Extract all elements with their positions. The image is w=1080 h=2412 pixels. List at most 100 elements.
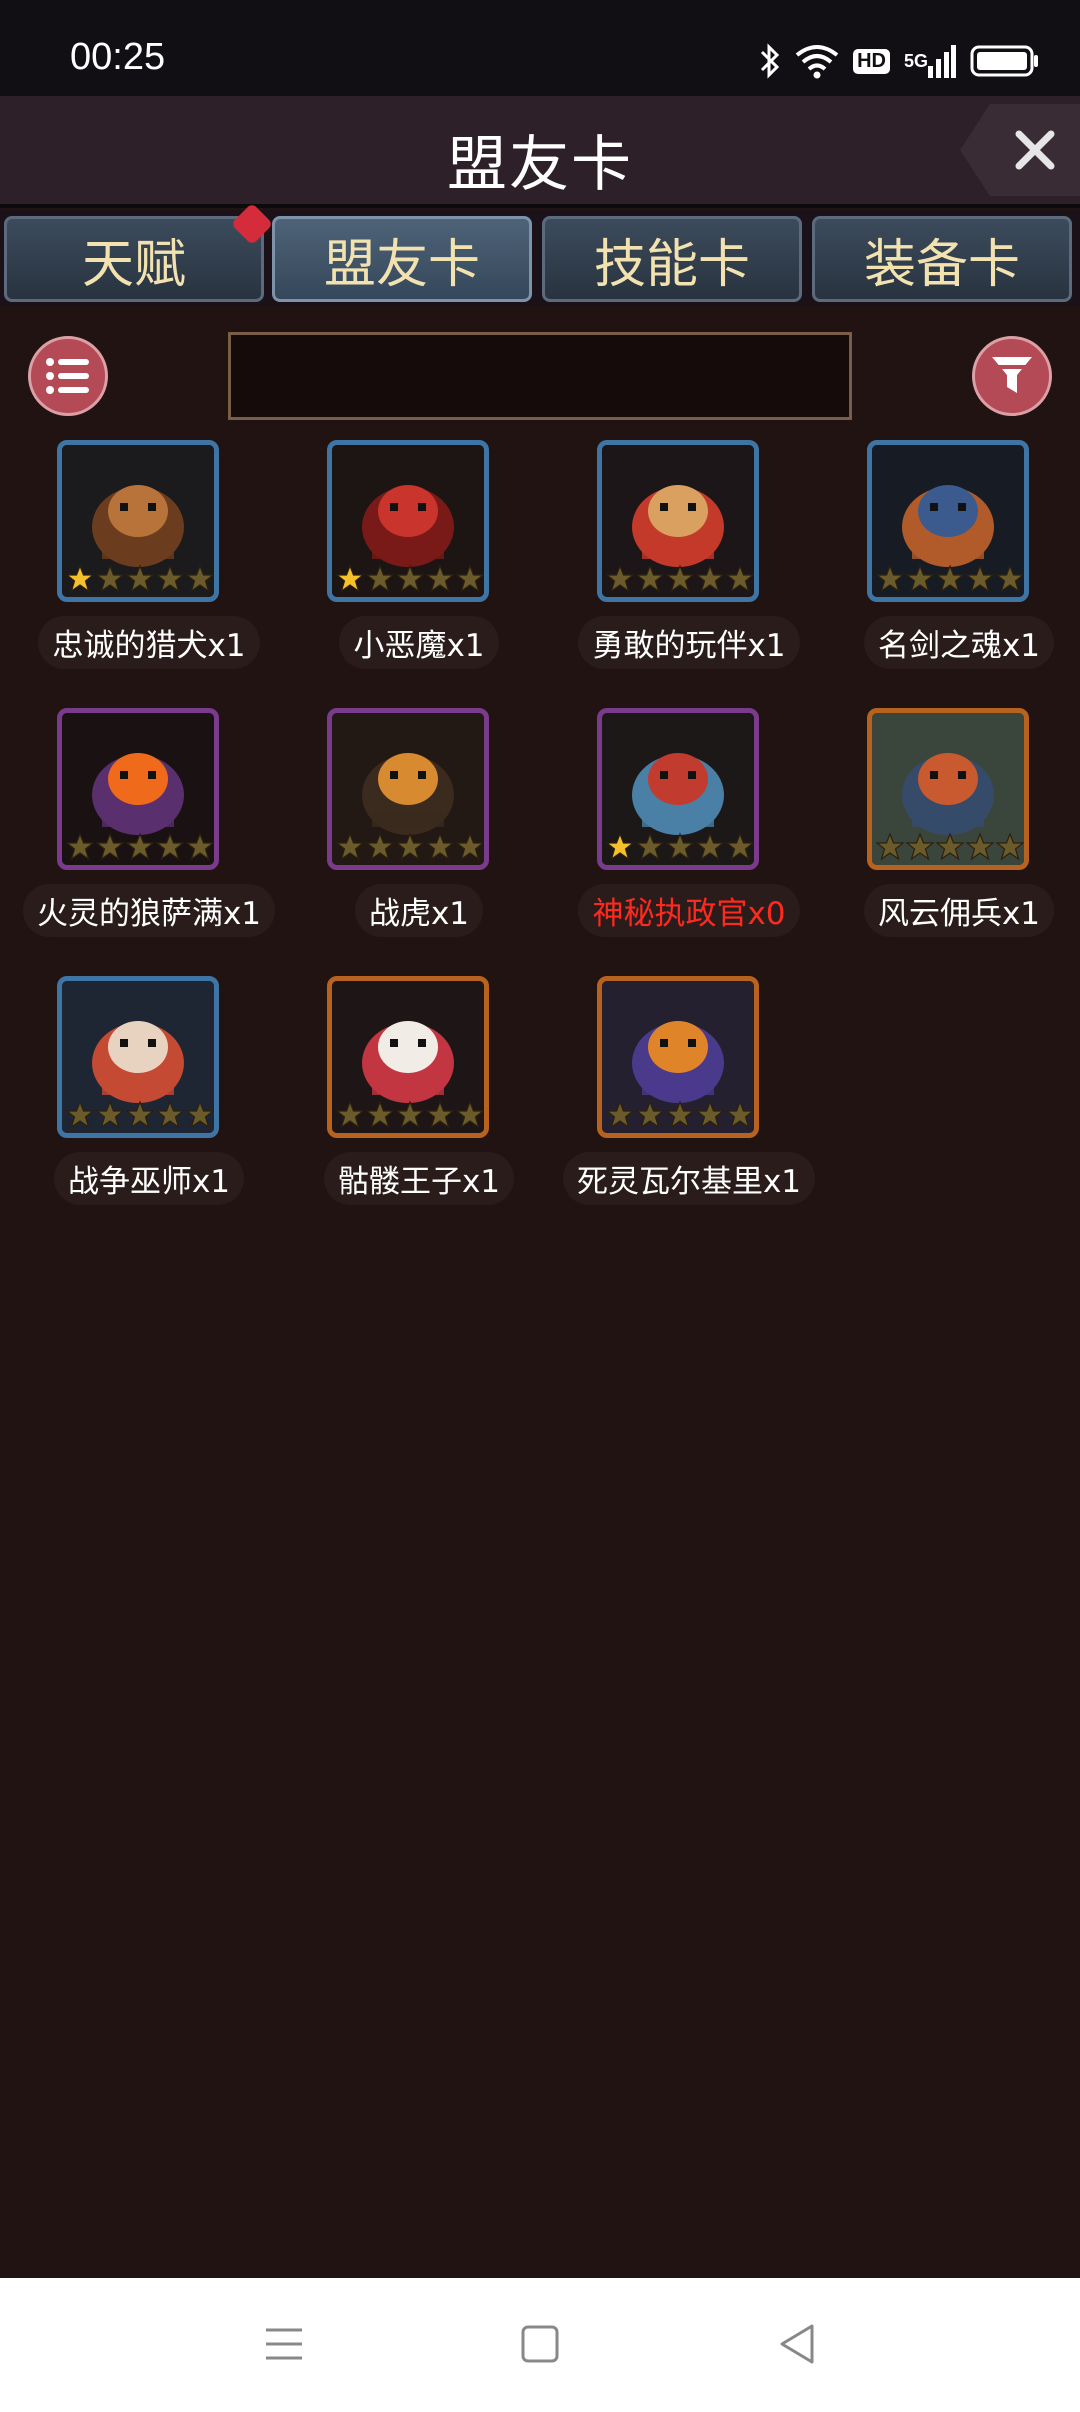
card-portrait xyxy=(597,976,759,1138)
star-icon xyxy=(995,832,1024,861)
star-rating xyxy=(605,564,754,594)
star-icon xyxy=(605,564,635,593)
star-icon xyxy=(635,832,665,861)
home-icon[interactable] xyxy=(518,2322,562,2366)
star-icon xyxy=(965,832,995,861)
menu-icon[interactable] xyxy=(262,2322,306,2366)
card-label: 火灵的狼萨满x1 xyxy=(22,884,276,937)
tab-label: 装备卡 xyxy=(863,234,1020,295)
ally-card[interactable]: 战虎x1 xyxy=(284,708,554,948)
card-label-wrap: 神秘执政官x0 xyxy=(554,884,824,937)
status-icons: HD 5G xyxy=(759,36,1040,86)
star-icon xyxy=(185,832,214,861)
star-icon xyxy=(155,832,185,861)
card-portrait xyxy=(867,440,1029,602)
system-nav-bar xyxy=(0,2278,1080,2412)
ally-card[interactable]: 战争巫师x1 xyxy=(14,976,284,1216)
ally-card[interactable]: 骷髅王子x1 xyxy=(284,976,554,1216)
card-portrait xyxy=(327,976,489,1138)
card-portrait xyxy=(57,976,219,1138)
tab-equipment-cards[interactable]: 装备卡 xyxy=(812,216,1072,302)
tab-skill-cards[interactable]: 技能卡 xyxy=(542,216,802,302)
hd-text: HD xyxy=(853,48,890,74)
ally-card[interactable]: 神秘执政官x0 xyxy=(554,708,824,948)
card-label-wrap: 战争巫师x1 xyxy=(14,1152,284,1205)
star-icon xyxy=(335,1100,365,1129)
card-label: 战虎x1 xyxy=(354,884,484,937)
ally-card[interactable]: 勇敢的玩伴x1 xyxy=(554,440,824,680)
list-button[interactable] xyxy=(28,336,108,416)
star-rating xyxy=(65,1100,214,1130)
ally-card[interactable]: 死灵瓦尔基里x1 xyxy=(554,976,824,1216)
close-icon xyxy=(1015,130,1055,170)
ally-card[interactable]: 火灵的狼萨满x1 xyxy=(14,708,284,948)
card-label-wrap: 死灵瓦尔基里x1 xyxy=(554,1152,824,1205)
star-icon xyxy=(185,1100,214,1129)
star-icon xyxy=(395,564,425,593)
star-icon xyxy=(695,832,725,861)
star-icon xyxy=(95,1100,125,1129)
tab-label: 技能卡 xyxy=(593,234,750,295)
star-icon xyxy=(665,1100,695,1129)
star-icon xyxy=(155,1100,185,1129)
tab-ally-cards[interactable]: 盟友卡 xyxy=(272,216,532,302)
star-icon xyxy=(605,1100,635,1129)
card-label: 神秘执政官x0 xyxy=(578,884,800,937)
star-icon xyxy=(455,1100,484,1129)
star-rating xyxy=(605,832,754,862)
card-label: 小恶魔x1 xyxy=(339,616,499,669)
bluetooth-icon xyxy=(759,43,781,79)
card-label-wrap: 火灵的狼萨满x1 xyxy=(14,884,284,937)
star-icon xyxy=(65,1100,95,1129)
status-time: 00:25 xyxy=(70,36,166,78)
battery-icon xyxy=(970,44,1040,78)
star-rating xyxy=(335,564,484,594)
star-icon xyxy=(695,1100,725,1129)
star-icon xyxy=(125,564,155,593)
star-icon xyxy=(935,564,965,593)
card-portrait xyxy=(867,708,1029,870)
card-label: 战争巫师x1 xyxy=(53,1152,245,1205)
star-rating xyxy=(875,832,1024,862)
star-icon xyxy=(365,1100,395,1129)
tab-bar: 天赋 盟友卡 技能卡 装备卡 xyxy=(0,202,1080,306)
star-rating xyxy=(65,832,214,862)
star-icon xyxy=(995,564,1024,593)
star-icon xyxy=(605,832,635,861)
star-icon xyxy=(395,832,425,861)
ally-card[interactable]: 名剑之魂x1 xyxy=(824,440,1080,680)
card-portrait xyxy=(597,440,759,602)
star-icon xyxy=(425,832,455,861)
star-icon xyxy=(635,1100,665,1129)
star-icon xyxy=(455,832,484,861)
tab-label: 盟友卡 xyxy=(323,234,480,295)
star-rating xyxy=(65,564,214,594)
star-icon xyxy=(425,1100,455,1129)
star-icon xyxy=(695,564,725,593)
star-icon xyxy=(125,832,155,861)
card-portrait xyxy=(57,440,219,602)
star-icon xyxy=(965,564,995,593)
tab-talent[interactable]: 天赋 xyxy=(4,202,274,302)
card-portrait xyxy=(57,708,219,870)
star-icon xyxy=(95,832,125,861)
notification-badge xyxy=(230,202,274,246)
star-icon xyxy=(665,832,695,861)
signal-5g-icon: 5G xyxy=(904,44,956,78)
back-icon[interactable] xyxy=(776,2322,820,2366)
ally-card[interactable]: 小恶魔x1 xyxy=(284,440,554,680)
star-icon xyxy=(725,564,754,593)
card-portrait xyxy=(327,440,489,602)
filter-button[interactable] xyxy=(972,336,1052,416)
card-portrait xyxy=(597,708,759,870)
search-input[interactable] xyxy=(228,332,852,420)
hd-icon: HD xyxy=(853,48,890,74)
star-icon xyxy=(665,564,695,593)
star-icon xyxy=(185,564,214,593)
star-icon xyxy=(155,564,185,593)
star-icon xyxy=(335,564,365,593)
tab-label: 天赋 xyxy=(81,234,186,295)
ally-card[interactable]: 风云佣兵x1 xyxy=(824,708,1080,948)
ally-card[interactable]: 忠诚的猎犬x1 xyxy=(14,440,284,680)
list-icon xyxy=(46,358,89,394)
